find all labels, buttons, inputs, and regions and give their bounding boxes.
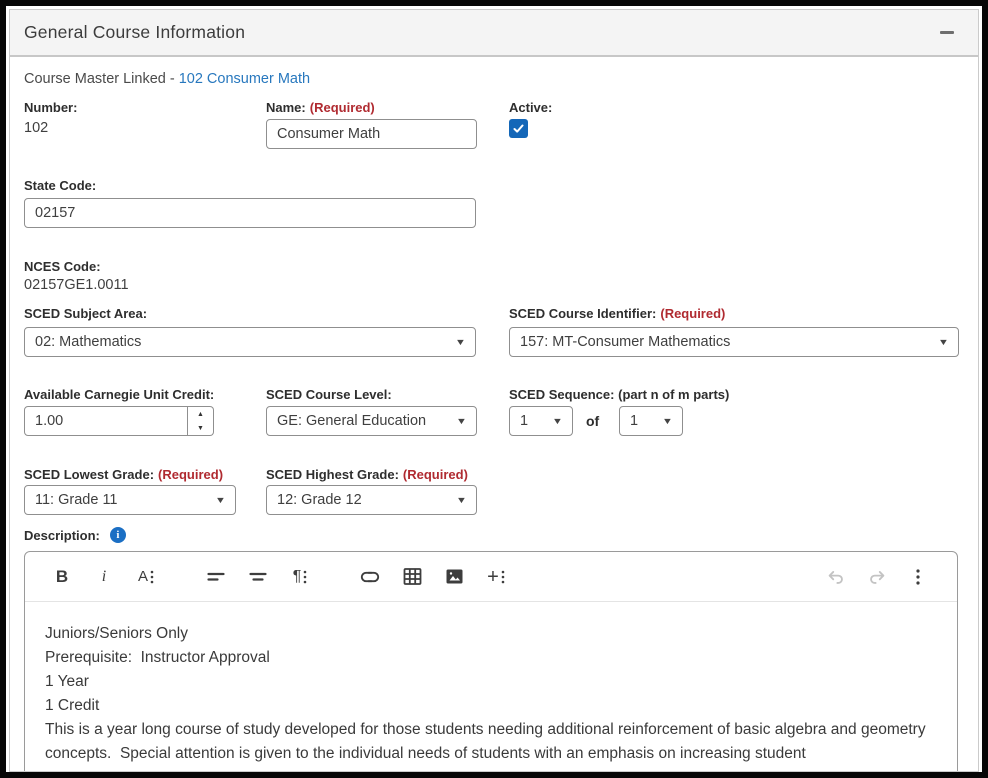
description-text-area[interactable]: Juniors/Seniors Only Prerequisite: Instr…: [25, 602, 957, 766]
chevron-down-icon: ▼: [454, 337, 467, 347]
redo-icon[interactable]: [862, 562, 892, 592]
sced-sequence-hint: (part n of m parts): [618, 387, 730, 402]
sequence-of-label: of: [586, 413, 600, 429]
sced-lowest-grade-required-flag: (Required): [158, 467, 224, 482]
align-left-icon[interactable]: [201, 562, 231, 592]
panel-header: General Course Information: [10, 10, 978, 57]
description-editor: B i A ¶ + Juniors/Seniors Only Prerequis…: [24, 551, 958, 771]
description-line: 1 Year: [45, 673, 89, 690]
link-icon[interactable]: [355, 562, 385, 592]
more-vertical-icon[interactable]: [903, 562, 933, 592]
insert-icon[interactable]: +: [481, 562, 511, 592]
sced-course-identifier-label: SCED Course Identifier: (Required): [509, 306, 726, 321]
name-input[interactable]: [266, 119, 477, 149]
sced-course-level-label: SCED Course Level:: [266, 387, 392, 402]
sced-sequence-total-select[interactable]: 1 ▼: [619, 406, 683, 436]
page-title: General Course Information: [24, 22, 246, 42]
sced-subject-area-select[interactable]: 02: Mathematics ▼: [24, 327, 476, 357]
sced-course-level-select[interactable]: GE: General Education ▼: [266, 406, 477, 436]
number-label: Number:: [24, 100, 78, 115]
checkmark-icon: [513, 124, 524, 133]
description-line: Juniors/Seniors Only: [45, 625, 189, 642]
table-icon[interactable]: [397, 562, 427, 592]
bold-icon[interactable]: B: [47, 562, 77, 592]
sced-course-identifier-select[interactable]: 157: MT-Consumer Mathematics ▼: [509, 327, 959, 357]
toolbar-right-group: [821, 562, 933, 592]
sced-subject-area-label: SCED Subject Area:: [24, 306, 148, 321]
nces-code-label: NCES Code:: [24, 259, 101, 274]
chevron-down-icon: ▼: [937, 337, 950, 347]
number-value: 102: [24, 120, 49, 136]
active-checkbox[interactable]: [509, 119, 528, 138]
editor-toolbar: B i A ¶ +: [25, 552, 957, 602]
stepper-down-button[interactable]: ▼: [188, 421, 213, 435]
undo-icon[interactable]: [821, 562, 851, 592]
state-code-input[interactable]: [24, 198, 476, 228]
stepper-up-button[interactable]: ▲: [188, 407, 213, 421]
collapse-panel-button[interactable]: [936, 22, 958, 44]
chevron-down-icon: ▼: [214, 495, 227, 505]
sced-course-identifier-required-flag: (Required): [660, 306, 726, 321]
chevron-down-icon: ▼: [455, 495, 468, 505]
description-line: 1 Credit: [45, 697, 100, 714]
sced-sequence-part-select[interactable]: 1 ▼: [509, 406, 573, 436]
chevron-down-icon: ▼: [661, 416, 674, 426]
state-code-label: State Code:: [24, 178, 97, 193]
sced-highest-grade-label: SCED Highest Grade: (Required): [266, 467, 468, 482]
paragraph-icon[interactable]: ¶: [285, 562, 315, 592]
carnegie-credit-input[interactable]: [24, 406, 188, 436]
stepper-buttons: ▲ ▼: [188, 406, 214, 436]
sced-lowest-grade-select[interactable]: 11: Grade 11 ▼: [24, 485, 236, 515]
image-icon[interactable]: [439, 562, 469, 592]
course-master-link[interactable]: 102 Consumer Math: [179, 71, 310, 87]
minus-icon: [940, 31, 954, 34]
chevron-down-icon: ▼: [551, 416, 564, 426]
carnegie-credit-stepper: ▲ ▼: [24, 406, 214, 436]
name-label: Name: (Required): [266, 100, 375, 115]
info-icon[interactable]: i: [109, 527, 126, 543]
description-label-row: Description: i: [24, 527, 126, 543]
name-required-flag: (Required): [309, 100, 375, 115]
align-center-icon[interactable]: [243, 562, 273, 592]
description-line: This is a year long course of study deve…: [45, 721, 930, 762]
active-label: Active:: [509, 100, 553, 115]
description-line: Prerequisite: Instructor Approval: [45, 649, 270, 666]
sced-lowest-grade-label: SCED Lowest Grade: (Required): [24, 467, 224, 482]
text-style-icon[interactable]: A: [131, 562, 161, 592]
sced-sequence-label: SCED Sequence: (part n of m parts): [509, 387, 730, 402]
screenshot-frame: General Course Information Course Master…: [0, 0, 988, 778]
description-label: Description:: [24, 527, 100, 543]
sced-highest-grade-required-flag: (Required): [402, 467, 468, 482]
sced-highest-grade-select[interactable]: 12: Grade 12 ▼: [266, 485, 477, 515]
course-master-linked-line: Course Master Linked -102 Consumer Math: [24, 71, 310, 87]
carnegie-credit-label: Available Carnegie Unit Credit:: [24, 387, 215, 402]
chevron-down-icon: ▼: [455, 416, 468, 426]
nces-code-value: 02157GE1.0011: [24, 277, 129, 293]
italic-icon[interactable]: i: [89, 562, 119, 592]
course-master-label: Course Master Linked -: [24, 71, 175, 87]
general-course-info-panel: General Course Information Course Master…: [9, 9, 979, 772]
